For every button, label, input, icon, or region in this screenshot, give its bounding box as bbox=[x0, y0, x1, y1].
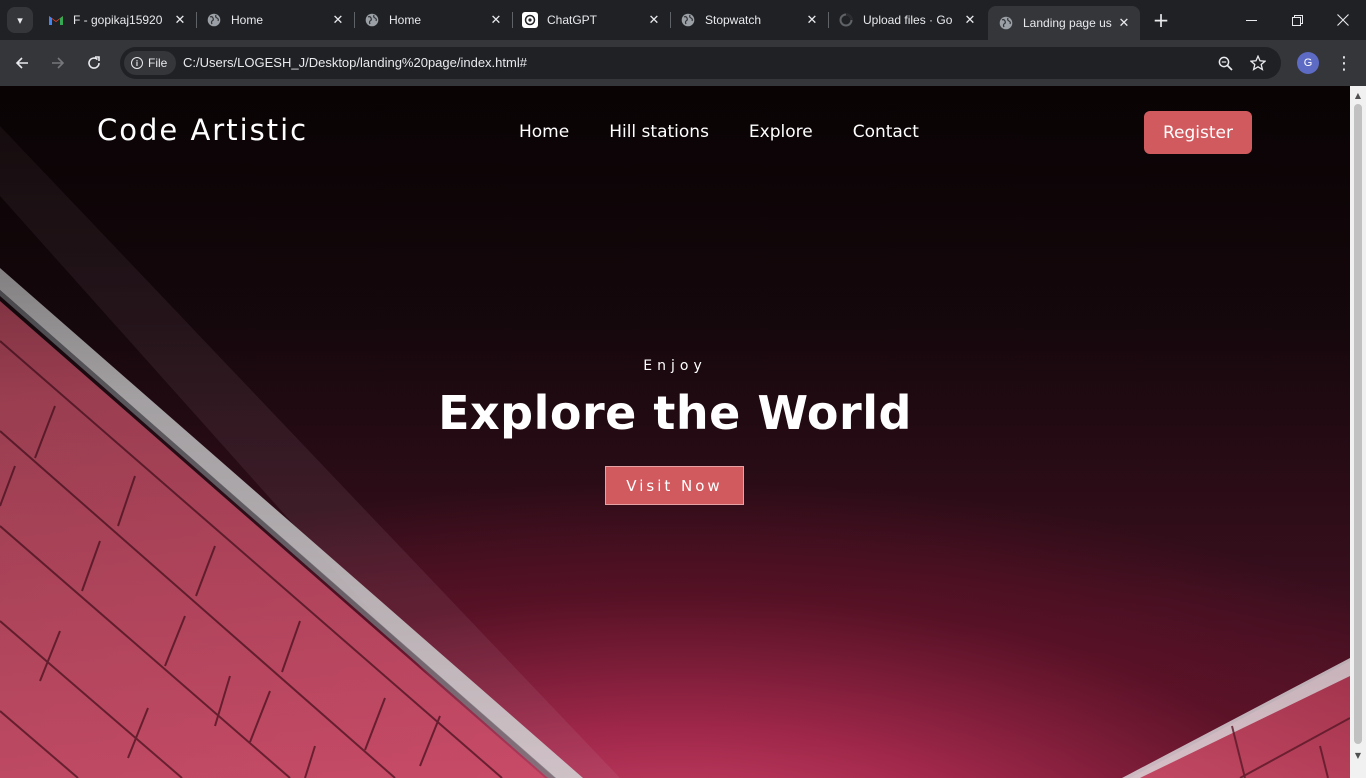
close-tab-icon[interactable]: ✕ bbox=[802, 10, 822, 30]
profile-avatar[interactable]: G bbox=[1297, 52, 1319, 74]
tab-landing-page[interactable]: Landing page us ✕ bbox=[988, 6, 1140, 40]
zoom-icon[interactable] bbox=[1215, 53, 1235, 73]
site-info-chip[interactable]: i File bbox=[124, 51, 177, 75]
scroll-down-arrow-icon[interactable]: ▼ bbox=[1353, 750, 1363, 760]
page-scrollbar[interactable]: ▲ ▼ bbox=[1350, 86, 1366, 778]
tab-title: ChatGPT bbox=[547, 13, 598, 27]
tab-title: Upload files · Go bbox=[863, 13, 953, 27]
nav-link-contact[interactable]: Contact bbox=[853, 122, 919, 142]
new-tab-plus-icon[interactable]: + bbox=[1150, 8, 1172, 32]
close-tab-icon[interactable]: ✕ bbox=[644, 10, 664, 30]
globe-icon bbox=[206, 12, 222, 28]
url-text[interactable]: C:/Users/LOGESH_J/Desktop/landing%20page… bbox=[183, 47, 527, 79]
close-tab-icon[interactable]: ✕ bbox=[486, 10, 506, 30]
tab-home-2[interactable]: Home ✕ bbox=[354, 0, 513, 40]
scrollbar-thumb[interactable] bbox=[1354, 104, 1362, 744]
site-nav: Home Hill stations Explore Contact bbox=[519, 122, 919, 142]
close-tab-icon[interactable]: ✕ bbox=[328, 10, 348, 30]
page-viewport: Code Artistic Home Hill stations Explore… bbox=[0, 86, 1350, 778]
chip-label: File bbox=[148, 56, 168, 70]
bookmark-star-icon[interactable] bbox=[1248, 53, 1268, 73]
close-tab-icon[interactable]: ✕ bbox=[1114, 13, 1134, 33]
tab-chatgpt[interactable]: ChatGPT ✕ bbox=[512, 0, 671, 40]
info-icon: i bbox=[131, 57, 143, 69]
globe-icon bbox=[998, 15, 1014, 31]
scroll-up-arrow-icon[interactable]: ▲ bbox=[1353, 90, 1363, 100]
tab-upload-files[interactable]: Upload files · Go ✕ bbox=[828, 0, 986, 40]
globe-icon bbox=[364, 12, 380, 28]
globe-icon bbox=[680, 12, 696, 28]
address-bar[interactable]: i File C:/Users/LOGESH_J/Desktop/landing… bbox=[120, 47, 1281, 79]
hero-headline: Explore the World bbox=[438, 386, 912, 440]
close-tab-icon[interactable]: ✕ bbox=[170, 10, 190, 30]
minimize-icon[interactable] bbox=[1228, 0, 1274, 40]
reload-icon[interactable] bbox=[80, 49, 108, 77]
tab-stopwatch[interactable]: Stopwatch ✕ bbox=[670, 0, 829, 40]
close-window-icon[interactable] bbox=[1320, 0, 1366, 40]
hero-kicker: Enjoy bbox=[643, 358, 707, 374]
tab-title: F - gopikaj15920 bbox=[73, 13, 163, 27]
close-tab-icon[interactable]: ✕ bbox=[960, 10, 980, 30]
tab-home-1[interactable]: Home ✕ bbox=[196, 0, 355, 40]
visit-now-button[interactable]: Visit Now bbox=[605, 466, 744, 505]
tab-search-chevron-icon[interactable]: ▾ bbox=[7, 7, 33, 33]
site-brand-logo[interactable]: Code Artistic bbox=[97, 113, 308, 147]
nav-link-explore[interactable]: Explore bbox=[749, 122, 813, 142]
back-arrow-icon[interactable] bbox=[8, 49, 36, 77]
loading-icon bbox=[838, 12, 854, 28]
tab-title: Home bbox=[389, 13, 422, 27]
tab-title: Landing page us bbox=[1023, 16, 1112, 30]
tab-gmail[interactable]: F - gopikaj15920 ✕ bbox=[38, 0, 197, 40]
restore-icon[interactable] bbox=[1274, 0, 1320, 40]
chatgpt-icon bbox=[522, 12, 538, 28]
tab-title: Stopwatch bbox=[705, 13, 762, 27]
more-menu-icon[interactable]: ⋮ bbox=[1333, 49, 1355, 77]
gmail-icon bbox=[48, 12, 64, 28]
tab-title: Home bbox=[231, 13, 264, 27]
nav-link-home[interactable]: Home bbox=[519, 122, 569, 142]
register-button[interactable]: Register bbox=[1144, 111, 1252, 154]
browser-toolbar: i File C:/Users/LOGESH_J/Desktop/landing… bbox=[0, 40, 1366, 86]
forward-arrow-icon[interactable] bbox=[44, 49, 72, 77]
tab-strip: ▾ F - gopikaj15920 ✕ Home ✕ Home ✕ ChatG… bbox=[0, 0, 1366, 40]
nav-link-hill-stations[interactable]: Hill stations bbox=[609, 122, 709, 142]
